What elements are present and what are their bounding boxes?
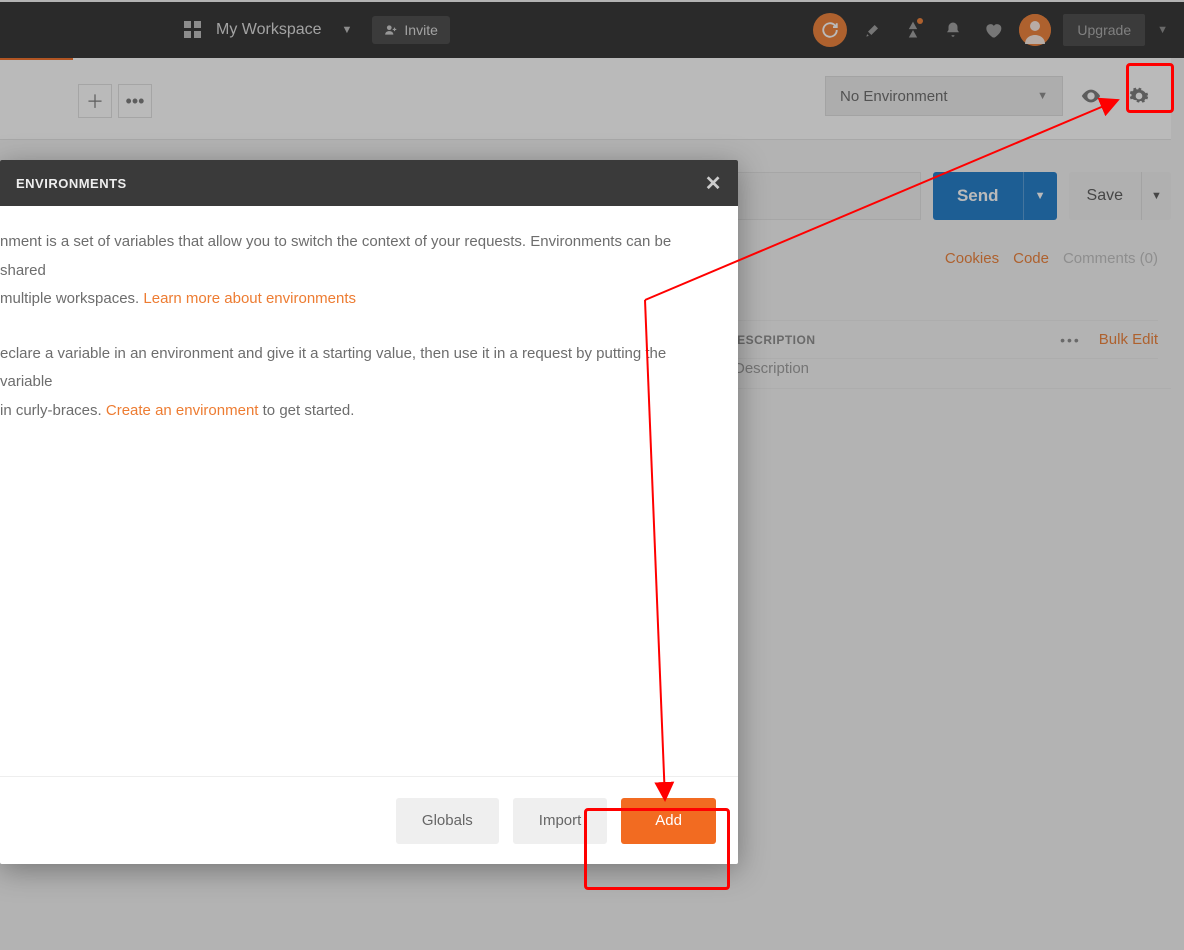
modal-paragraph-1b: multiple workspaces. [0, 290, 143, 307]
close-icon[interactable]: ✕ [705, 171, 722, 196]
manage-environments-modal: ENVIRONMENTS ✕ nment is a set of variabl… [0, 160, 738, 864]
modal-footer: Globals Import Add [0, 776, 738, 864]
modal-paragraph-2a: eclare a variable in an environment and … [0, 345, 666, 391]
modal-body: nment is a set of variables that allow y… [0, 206, 738, 776]
modal-paragraph-2b: in curly-braces. [0, 402, 106, 419]
add-button[interactable]: Add [621, 798, 716, 844]
globals-button[interactable]: Globals [396, 798, 499, 844]
modal-paragraph-2c: to get started. [258, 402, 354, 419]
modal-title: ENVIRONMENTS [16, 176, 127, 191]
learn-more-link[interactable]: Learn more about environments [143, 290, 356, 307]
import-button[interactable]: Import [513, 798, 608, 844]
modal-header: ENVIRONMENTS ✕ [0, 160, 738, 206]
modal-paragraph-1a: nment is a set of variables that allow y… [0, 233, 671, 279]
create-environment-link[interactable]: Create an environment [106, 402, 259, 419]
